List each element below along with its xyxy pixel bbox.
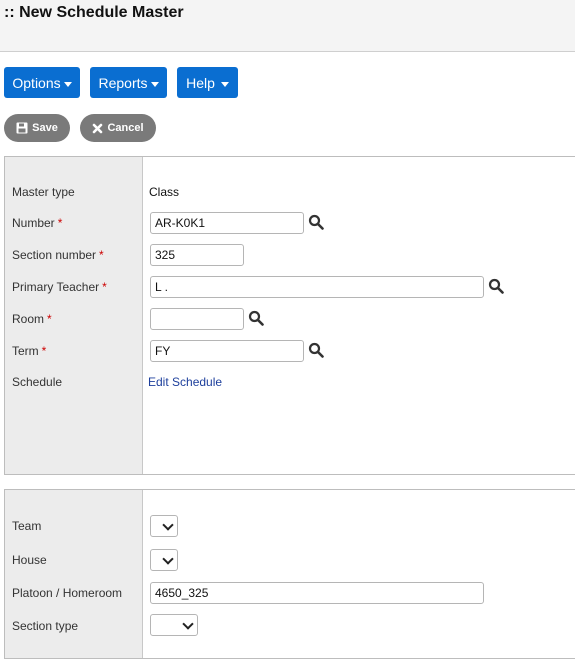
section-type-label: Section type bbox=[12, 619, 79, 633]
term-label-text: Term bbox=[12, 344, 39, 358]
team-select[interactable] bbox=[150, 515, 178, 537]
caret-down-icon bbox=[150, 81, 159, 87]
primary-teacher-label-text: Primary Teacher bbox=[12, 280, 100, 294]
term-input[interactable] bbox=[150, 340, 304, 362]
search-icon[interactable] bbox=[308, 342, 324, 358]
chevron-down-icon bbox=[162, 553, 174, 565]
schedule-details-panel: Master type Class Number* Section number… bbox=[4, 156, 575, 475]
master-type-label: Master type bbox=[12, 185, 75, 199]
cancel-button[interactable]: Cancel bbox=[80, 114, 156, 142]
save-button[interactable]: Save bbox=[4, 114, 70, 142]
caret-down-icon bbox=[220, 81, 229, 87]
options-menu-button[interactable]: Options bbox=[4, 67, 80, 98]
required-marker: * bbox=[47, 312, 52, 326]
required-marker: * bbox=[57, 216, 63, 230]
chevron-down-icon bbox=[162, 519, 174, 531]
options-menu-label: Options bbox=[12, 74, 61, 91]
caret-down-icon bbox=[63, 81, 72, 87]
cancel-button-label: Cancel bbox=[107, 122, 144, 134]
save-button-label: Save bbox=[32, 122, 58, 134]
master-type-label-text: Master type bbox=[12, 185, 75, 199]
required-marker: * bbox=[102, 280, 107, 294]
title-bar: :: New Schedule Master bbox=[0, 0, 575, 52]
section-number-input[interactable] bbox=[150, 244, 244, 266]
required-marker: * bbox=[99, 248, 104, 262]
term-label: Term * bbox=[12, 344, 46, 358]
number-label-text: Number bbox=[12, 216, 55, 230]
page-title: :: New Schedule Master bbox=[4, 4, 184, 21]
section-type-select[interactable] bbox=[150, 614, 198, 636]
close-icon bbox=[92, 123, 103, 134]
section-number-label: Section number * bbox=[12, 248, 104, 262]
edit-schedule-link[interactable]: Edit Schedule bbox=[148, 375, 222, 389]
help-menu-label: Help bbox=[186, 74, 215, 91]
search-icon[interactable] bbox=[248, 310, 264, 326]
room-input[interactable] bbox=[150, 308, 244, 330]
chevron-down-icon bbox=[182, 618, 194, 630]
house-select[interactable] bbox=[150, 549, 178, 571]
room-label-text: Room bbox=[12, 312, 45, 326]
master-type-value: Class bbox=[149, 185, 180, 199]
help-menu-button[interactable]: Help bbox=[177, 67, 238, 98]
required-marker: * bbox=[41, 344, 47, 358]
primary-teacher-input[interactable] bbox=[150, 276, 484, 298]
number-input[interactable] bbox=[150, 212, 304, 234]
primary-teacher-label: Primary Teacher * bbox=[12, 280, 107, 294]
reports-menu-label: Reports bbox=[98, 74, 148, 91]
search-icon[interactable] bbox=[308, 214, 324, 230]
house-label: House bbox=[12, 553, 47, 567]
team-label: Team bbox=[12, 519, 42, 533]
section-assignment-panel: Team House Platoon / Homeroom Section ty… bbox=[4, 489, 575, 659]
section-number-label-text: Section number bbox=[12, 248, 97, 262]
reports-menu-button[interactable]: Reports bbox=[90, 67, 167, 98]
platoon-homeroom-label: Platoon / Homeroom bbox=[12, 586, 123, 600]
search-icon[interactable] bbox=[488, 278, 504, 294]
platoon-homeroom-input[interactable] bbox=[150, 582, 484, 604]
room-label: Room * bbox=[12, 312, 52, 326]
number-label: Number * bbox=[12, 216, 62, 230]
schedule-label: Schedule bbox=[12, 375, 63, 389]
save-icon bbox=[16, 122, 28, 134]
